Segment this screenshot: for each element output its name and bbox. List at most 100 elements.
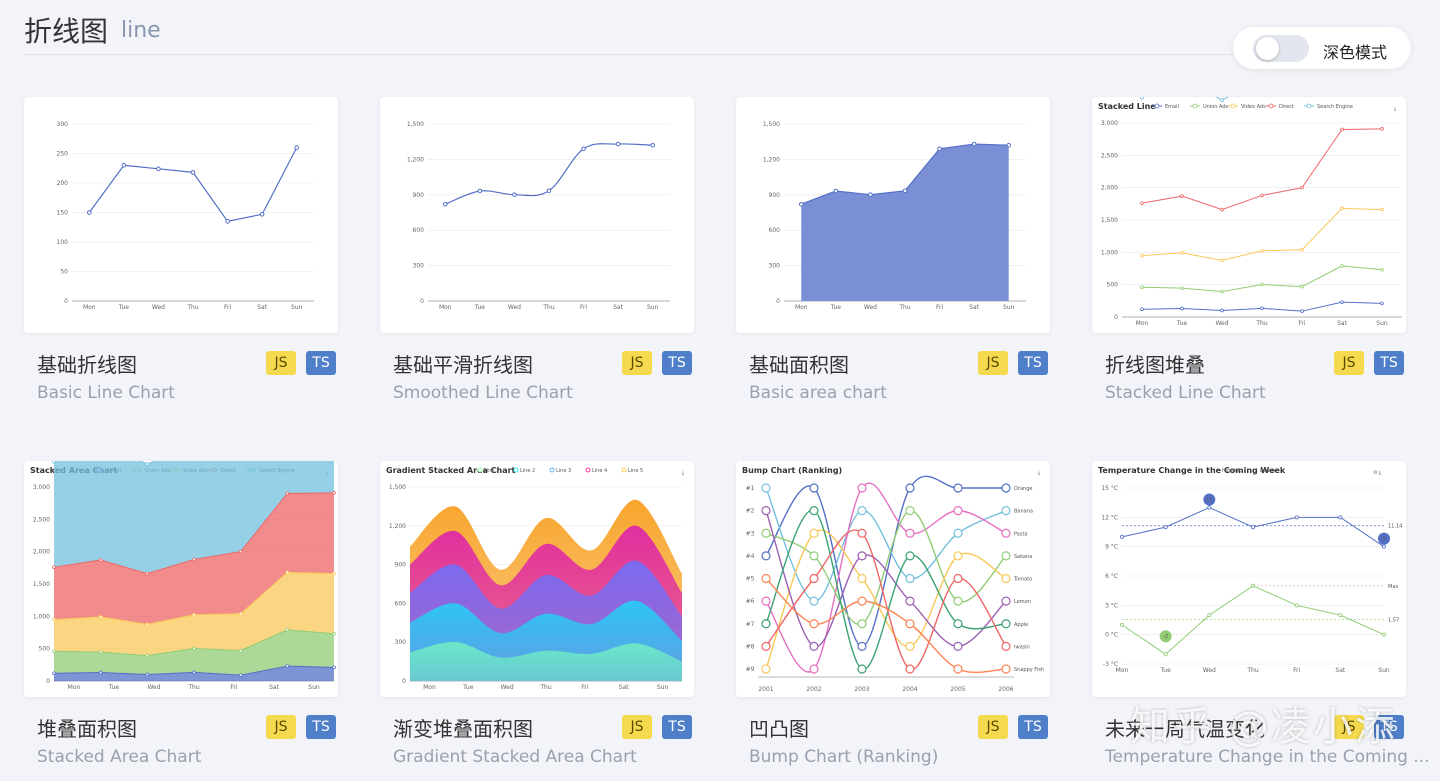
- data-point: [1180, 194, 1184, 198]
- download-icon: ⤓: [682, 470, 685, 476]
- data-point: [857, 528, 867, 538]
- card-title-cn[interactable]: 基础面积图: [749, 349, 849, 378]
- x-tick-label: Tue: [1176, 320, 1188, 327]
- data-point: [285, 491, 290, 496]
- chart-card-preview[interactable]: 0 300 600 900 1,200 1,500 Mon Tue Wed Thu Fri Sat Su…: [736, 97, 1050, 333]
- chart-card-preview[interactable]: Gradient Stacked Area Chart Line 1 Line 2L…: [380, 461, 694, 697]
- y-tick-label: 300: [57, 121, 69, 128]
- data-point: [1338, 515, 1343, 520]
- data-point: [905, 596, 915, 606]
- dark-mode-switch[interactable]: [1253, 35, 1309, 62]
- data-point: [1220, 308, 1224, 313]
- y-tick-label: 0: [46, 678, 50, 685]
- y-tick-label: 1,000: [33, 613, 50, 620]
- ts-badge[interactable]: TS: [306, 715, 336, 739]
- page-subtitle: line: [121, 18, 161, 43]
- data-point: [761, 483, 771, 493]
- chart-card-preview[interactable]: Bump Chart (Ranking) ⤓ #1 #2 #3 #4 #5 #6 #7 #8 #9 2…: [736, 461, 1050, 697]
- x-tick-label: Mon: [439, 304, 452, 311]
- data-point: [121, 163, 127, 168]
- data-point: [52, 649, 56, 654]
- chart-card-preview[interactable]: Stacked Line Email Union Ads Video Ads Direc…: [1092, 97, 1406, 333]
- data-point: [1381, 544, 1386, 549]
- data-point: [192, 670, 196, 675]
- series-end-label: Snappy Fish: [1014, 667, 1044, 673]
- data-point: [1140, 253, 1144, 258]
- ts-badge[interactable]: TS: [662, 351, 692, 375]
- card-title-cn[interactable]: 基础平滑折线图: [393, 349, 533, 378]
- data-point: [857, 619, 867, 629]
- data-point: [294, 145, 300, 150]
- x-tick-label: Thu: [542, 304, 554, 311]
- y-tick-label: 15 °C: [1101, 485, 1118, 492]
- y-tick-label: 500: [1107, 282, 1119, 289]
- ts-badge[interactable]: TS: [1374, 351, 1404, 375]
- data-point: [1300, 284, 1304, 289]
- card-title-en: Basic Line Chart: [37, 383, 175, 403]
- js-badge[interactable]: JS: [1334, 351, 1364, 375]
- chart-card-preview[interactable]: 0 50 100 150 200 250 300 Mon Tue Wed Thu Fri Sat Sun: [24, 97, 338, 333]
- data-point: [1001, 483, 1011, 493]
- data-point: [98, 670, 103, 675]
- ts-badge[interactable]: TS: [306, 351, 336, 375]
- data-point: [905, 528, 915, 538]
- data-point: [1006, 142, 1012, 148]
- series-end-label: Iwashi: [1014, 644, 1030, 650]
- ts-badge[interactable]: TS: [662, 715, 692, 739]
- legend-marker: [477, 467, 483, 473]
- data-point: [238, 549, 243, 554]
- legend-label: Line 2: [520, 468, 535, 474]
- page-title: 折线图: [24, 15, 109, 48]
- chart-card-preview[interactable]: Temperature Change in the Coming Week Hig…: [1092, 461, 1406, 697]
- x-tick-label: Thu: [539, 684, 551, 691]
- x-tick-label: Tue: [108, 684, 120, 691]
- data-point: [1380, 267, 1384, 272]
- data-point: [285, 570, 290, 575]
- card-title-en: Stacked Area Chart: [37, 747, 202, 767]
- legend-label: Line 4: [592, 468, 607, 474]
- data-point: [1340, 206, 1344, 211]
- y-tick-label: 0 °C: [1105, 632, 1118, 639]
- rank-label: #2: [746, 508, 755, 515]
- js-badge[interactable]: JS: [978, 351, 1008, 375]
- card-title-cn[interactable]: 凹凸图: [749, 713, 809, 742]
- js-badge[interactable]: JS: [978, 715, 1008, 739]
- card-title-cn[interactable]: 渐变堆叠面积图: [393, 713, 533, 742]
- x-tick-label: Thu: [1255, 320, 1267, 327]
- ts-badge[interactable]: TS: [1018, 715, 1048, 739]
- data-point: [1300, 185, 1304, 190]
- rank-label: #4: [746, 553, 755, 560]
- js-badge[interactable]: JS: [622, 351, 652, 375]
- dark-mode-toggle[interactable]: 深色模式: [1233, 27, 1411, 69]
- js-badge[interactable]: JS: [266, 715, 296, 739]
- js-badge[interactable]: JS: [266, 351, 296, 375]
- y-tick-label: 1,500: [763, 121, 780, 128]
- data-point: [1340, 264, 1344, 268]
- data-point: [857, 506, 867, 516]
- rank-label: #5: [746, 576, 755, 583]
- chart-card-preview[interactable]: 0 300 600 900 1,200 1,500 Mon Tue Wed Thu Fri Sat Su…: [380, 97, 694, 333]
- data-point: [238, 673, 243, 677]
- y-tick-label: 300: [413, 263, 425, 270]
- y-tick-label: 1,500: [33, 581, 50, 588]
- y-tick-label: 0: [1114, 314, 1118, 321]
- y-tick-label: 2,500: [33, 516, 50, 523]
- data-point: [761, 573, 771, 584]
- y-tick-label: 1,500: [389, 484, 406, 491]
- data-point: [1001, 506, 1011, 516]
- series-line: [765, 509, 1007, 625]
- card-title-cn[interactable]: 堆叠面积图: [37, 713, 137, 742]
- js-badge[interactable]: JS: [622, 715, 652, 739]
- y-tick-label: 1,000: [1101, 249, 1118, 256]
- card-title-cn[interactable]: 折线图堆叠: [1105, 349, 1205, 378]
- data-point: [798, 201, 804, 207]
- card-title-cn[interactable]: 基础折线图: [37, 349, 137, 378]
- data-point: [1380, 301, 1384, 306]
- data-point: [905, 551, 915, 561]
- ts-badge[interactable]: TS: [1018, 351, 1048, 375]
- y-tick-label: 600: [769, 227, 781, 234]
- data-point: [953, 506, 963, 516]
- data-point: [857, 483, 867, 493]
- data-point: [953, 483, 963, 493]
- chart-card-preview[interactable]: Stacked Area ChartEmailUnion AdsVideo Ad…: [24, 461, 338, 697]
